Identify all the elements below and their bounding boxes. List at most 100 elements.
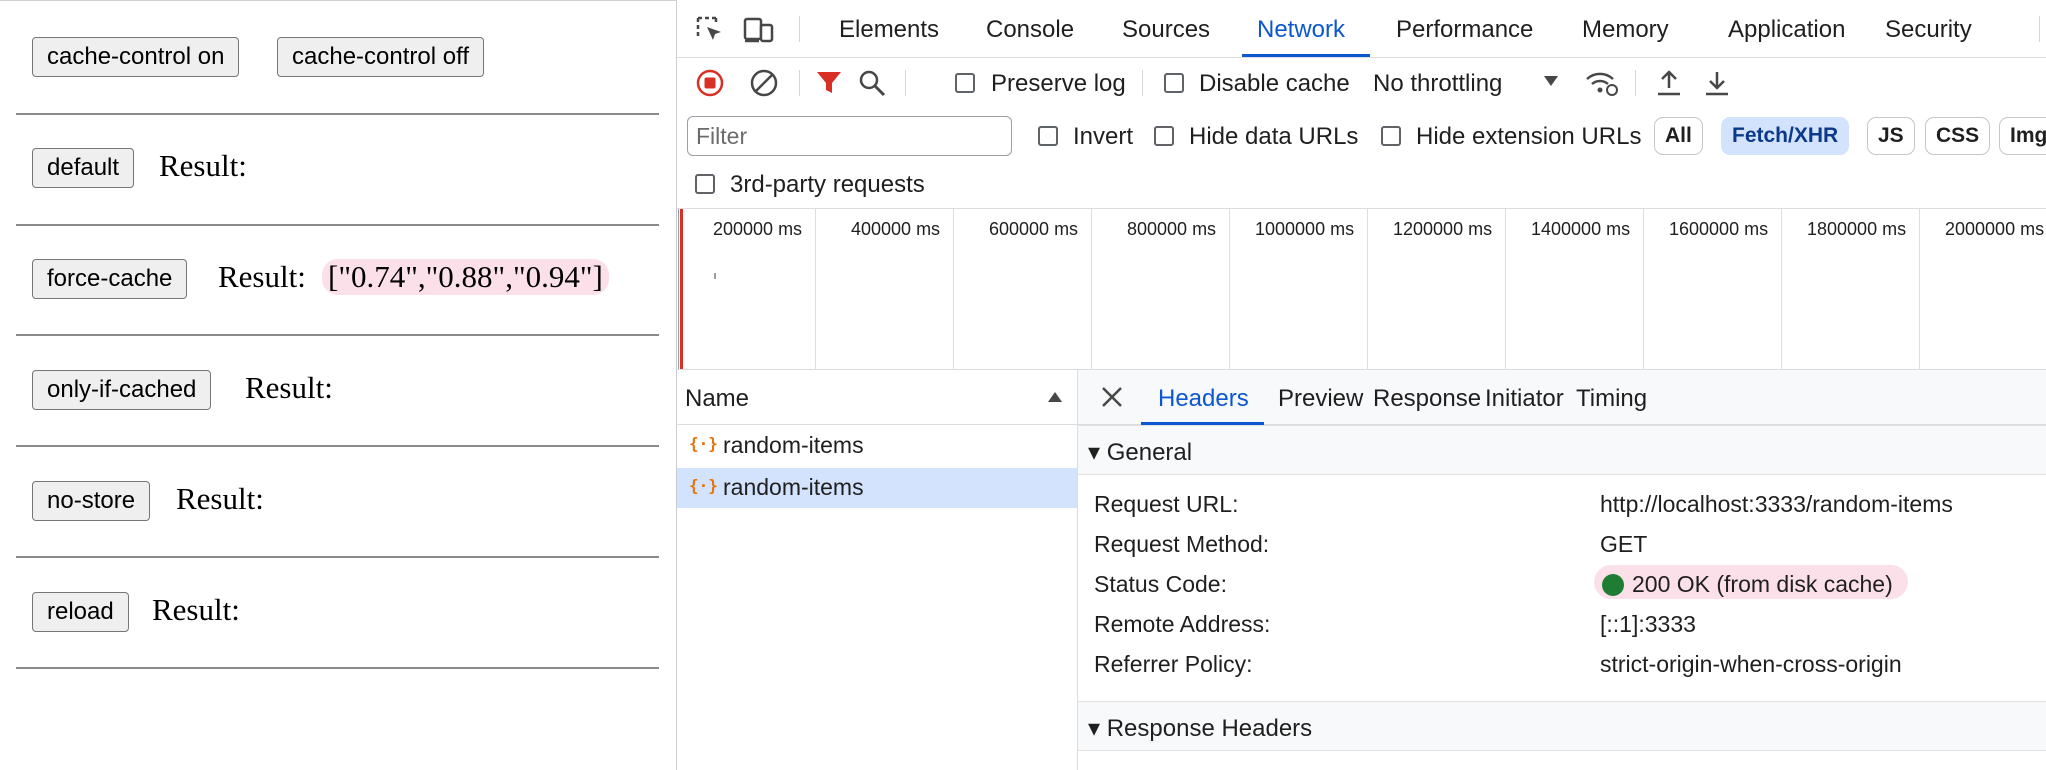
result-value-force-cache: ["0.74","0.88","0.94"] <box>322 259 609 295</box>
third-party-label: 3rd-party requests <box>730 171 925 198</box>
header-key: Referrer Policy: <box>1094 651 1253 677</box>
upload-icon[interactable] <box>1655 68 1683 98</box>
grid-line <box>953 209 954 369</box>
invert-label: Invert <box>1073 123 1134 150</box>
tick-label: 2000000 ms <box>1945 219 2045 239</box>
result-label-reload: Result: <box>152 592 240 627</box>
tick-label: 1600000 ms <box>1669 219 1769 239</box>
type-filter-js[interactable]: JS <box>1867 117 1915 155</box>
grid-line <box>1505 209 1506 369</box>
hide-data-urls-checkbox[interactable] <box>1154 126 1174 146</box>
throttling-select[interactable]: No throttling <box>1373 70 1502 98</box>
type-filter-fetch-xhr[interactable]: Fetch/XHR <box>1721 117 1850 155</box>
divider <box>16 556 659 558</box>
tab-preview[interactable]: Preview <box>1278 385 1363 413</box>
devtools-tabbar: Elements Console Sources Network Perform… <box>677 0 2046 58</box>
tab-application[interactable]: Application <box>1728 16 1845 44</box>
clear-icon[interactable] <box>749 68 779 98</box>
no-store-button[interactable]: no-store <box>32 481 151 521</box>
grid-line <box>815 209 816 369</box>
response-headers-section-header[interactable]: ▾ Response Headers <box>1078 701 2046 751</box>
grid-line <box>1091 209 1092 369</box>
tick-label: 200000 ms <box>713 219 803 239</box>
sort-ascending-icon[interactable] <box>1047 391 1063 403</box>
type-filter-img[interactable]: Img <box>1999 117 2046 155</box>
header-value: strict-origin-when-cross-origin <box>1600 651 1902 677</box>
separator <box>1635 70 1636 96</box>
tab-headers[interactable]: Headers <box>1158 385 1249 413</box>
request-row-selected[interactable]: {·} random-items <box>677 468 1077 508</box>
header-key: Remote Address: <box>1094 611 1271 637</box>
divider <box>16 224 659 226</box>
general-section-header[interactable]: ▾ General <box>1078 425 2046 475</box>
response-headers-section-title: ▾ Response Headers <box>1088 715 1313 742</box>
tab-security[interactable]: Security <box>1885 16 1972 44</box>
download-icon[interactable] <box>1703 68 1731 98</box>
divider <box>16 445 659 447</box>
third-party-checkbox[interactable] <box>695 174 715 194</box>
hide-extension-urls-checkbox[interactable] <box>1381 126 1401 146</box>
tab-elements[interactable]: Elements <box>839 16 939 44</box>
type-filter-all[interactable]: All <box>1654 117 1703 155</box>
separator <box>905 70 906 96</box>
details-tabbar: Headers Preview Response Initiator Timin… <box>1078 370 2046 425</box>
devtools-panel: Elements Console Sources Network Perform… <box>676 0 2046 770</box>
tab-performance[interactable]: Performance <box>1396 16 1533 44</box>
tab-response[interactable]: Response <box>1373 385 1481 413</box>
xhr-icon: {·} <box>689 476 718 495</box>
grid-line <box>1781 209 1782 369</box>
header-key: Request Method: <box>1094 531 1270 557</box>
grid-line <box>1367 209 1368 369</box>
cache-control-on-button[interactable]: cache-control on <box>32 37 240 77</box>
result-label-force-cache: Result: <box>218 259 306 294</box>
record-stop-icon[interactable] <box>695 68 725 98</box>
cache-control-off-button[interactable]: cache-control off <box>277 37 484 77</box>
tab-sources[interactable]: Sources <box>1122 16 1210 44</box>
tab-timing[interactable]: Timing <box>1576 385 1647 413</box>
type-filter-css[interactable]: CSS <box>1925 117 1991 155</box>
separator <box>799 70 800 96</box>
default-button[interactable]: default <box>32 148 135 188</box>
device-toolbar-icon[interactable] <box>743 15 775 45</box>
preserve-log-label: Preserve log <box>991 70 1126 97</box>
filter-icon[interactable] <box>814 68 844 98</box>
close-icon[interactable] <box>1100 385 1124 409</box>
invert-checkbox[interactable] <box>1038 126 1058 146</box>
grid-line <box>1643 209 1644 369</box>
tick-label: 400000 ms <box>851 219 941 239</box>
name-column-header[interactable]: Name <box>677 370 1077 425</box>
tick-label: 800000 ms <box>1127 219 1217 239</box>
only-if-cached-button[interactable]: only-if-cached <box>32 370 212 410</box>
tab-initiator[interactable]: Initiator <box>1485 385 1564 413</box>
timeline-start-marker <box>680 209 683 369</box>
hide-data-urls-label: Hide data URLs <box>1189 123 1359 150</box>
tab-memory[interactable]: Memory <box>1582 16 1669 44</box>
header-key: Request URL: <box>1094 491 1239 517</box>
tab-console[interactable]: Console <box>986 16 1074 44</box>
xhr-icon: {·} <box>689 434 718 453</box>
request-bar <box>714 273 716 279</box>
disable-cache-checkbox[interactable] <box>1164 73 1184 93</box>
preserve-log-checkbox[interactable] <box>955 73 975 93</box>
separator <box>2039 16 2040 42</box>
search-icon[interactable] <box>857 68 887 98</box>
header-value: GET <box>1600 531 1648 557</box>
filter-input[interactable] <box>687 116 1012 156</box>
network-conditions-icon[interactable] <box>1584 68 1620 98</box>
hide-extension-urls-label: Hide extension URLs <box>1416 123 1642 150</box>
request-details: Headers Preview Response Initiator Timin… <box>1078 370 2046 770</box>
divider <box>16 667 659 669</box>
reload-button[interactable]: reload <box>32 592 129 632</box>
tab-network[interactable]: Network <box>1257 16 1345 44</box>
tick-label: 1800000 ms <box>1807 219 1907 239</box>
network-toolbar: Preserve log Disable cache No throttling <box>677 58 2046 110</box>
status-code-value: 200 OK (from disk cache) <box>1632 571 1893 597</box>
request-row[interactable]: {·} random-items <box>677 426 1077 466</box>
network-overview[interactable]: 200000 ms 400000 ms 600000 ms 800000 ms … <box>677 208 2046 370</box>
header-value: http://localhost:3333/random-items <box>1600 491 1953 517</box>
force-cache-button[interactable]: force-cache <box>32 259 188 299</box>
request-name: random-items <box>723 474 864 500</box>
inspect-element-icon[interactable] <box>695 15 725 45</box>
dropdown-arrow-icon[interactable] <box>1543 75 1559 87</box>
divider <box>16 113 659 115</box>
